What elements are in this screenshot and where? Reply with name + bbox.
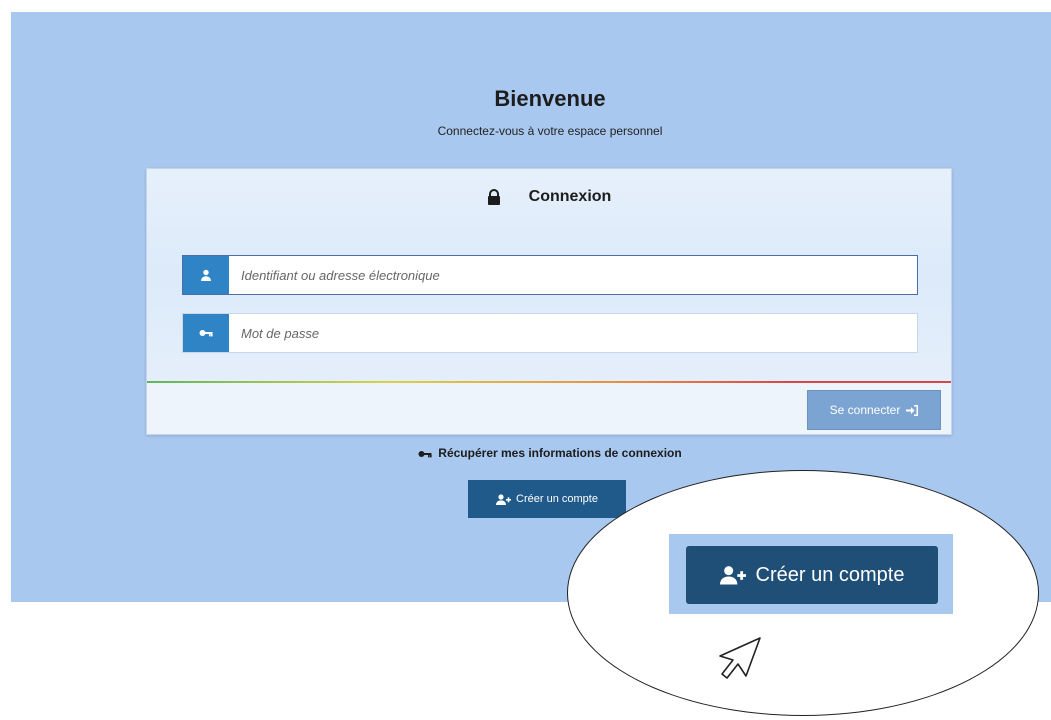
page-title: Bienvenue	[494, 86, 606, 111]
password-field	[182, 313, 918, 353]
create-account-button-zoomed[interactable]: Créer un compte	[686, 546, 938, 604]
key-icon	[418, 448, 432, 462]
recover-credentials-link[interactable]: Récupérer mes informations de connexion	[0, 446, 1051, 462]
username-input[interactable]	[229, 256, 917, 294]
recover-link-label: Récupérer mes informations de connexion	[438, 446, 682, 460]
key-icon	[183, 314, 229, 352]
create-account-button[interactable]: Créer un compte	[468, 480, 626, 518]
login-button[interactable]: Se connecter	[807, 390, 941, 430]
user-plus-icon	[496, 493, 512, 505]
create-account-zoomed-label: Créer un compte	[755, 563, 905, 586]
login-button-label: Se connecter	[829, 403, 901, 417]
login-card: Connexion Se connecter	[146, 168, 952, 435]
cursor-icon	[719, 637, 761, 679]
lock-icon	[487, 189, 500, 205]
password-input[interactable]	[229, 314, 917, 352]
login-card-header: Connexion	[147, 169, 951, 225]
login-card-title: Connexion	[528, 188, 612, 205]
sign-in-icon	[906, 404, 919, 416]
login-card-footer: Se connecter	[147, 383, 951, 434]
create-account-label: Créer un compte	[516, 493, 598, 505]
user-plus-icon	[719, 566, 746, 585]
page-subtitle: Connectez-vous à votre espace personnel	[437, 124, 663, 138]
user-icon	[183, 256, 229, 294]
username-field	[182, 255, 918, 295]
